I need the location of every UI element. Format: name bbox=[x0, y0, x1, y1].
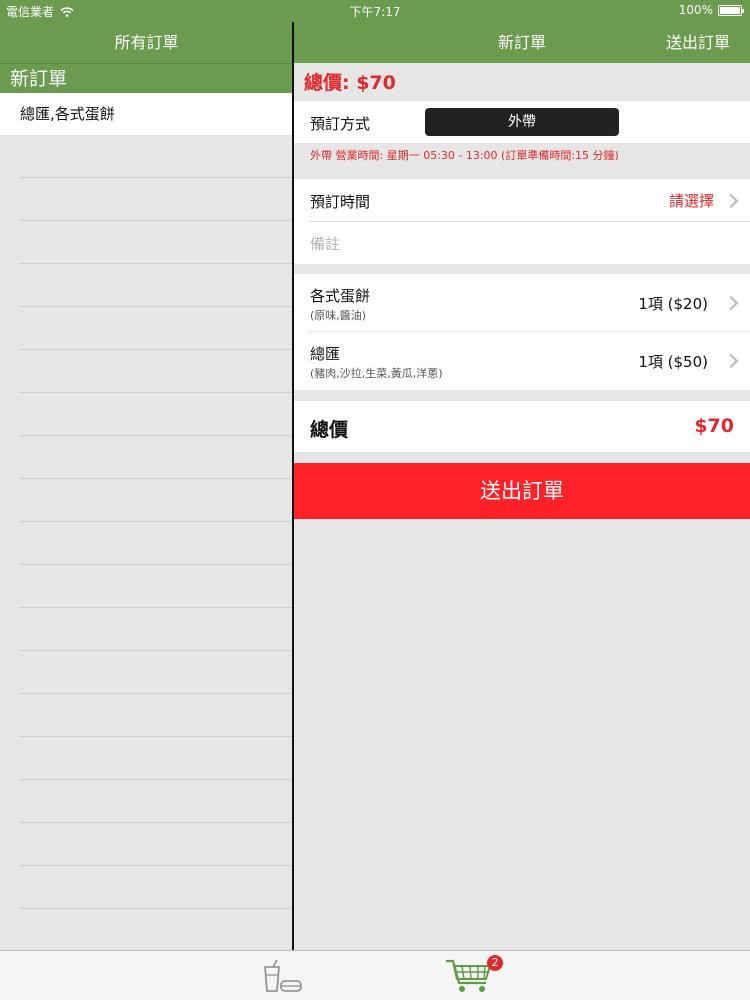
cart-badge: 2 bbox=[487, 955, 503, 971]
item-options: (原味,醬油) bbox=[310, 309, 367, 322]
order-detail-panel: 新訂單 送出訂單 總價: $70 預訂方式 外帶 外帶 營業時間: 星期一 05… bbox=[294, 0, 750, 950]
order-time-value: 請選擇 bbox=[668, 192, 714, 210]
section-header-new-orders: 新訂單 bbox=[0, 63, 293, 93]
send-order-nav-button[interactable]: 送出訂單 bbox=[666, 22, 730, 63]
order-time-notes-card: 預訂時間 請選擇 備註 bbox=[294, 179, 750, 264]
item-quantity-price: 1項 ($20) bbox=[638, 295, 708, 313]
battery-percent: 100% bbox=[678, 3, 713, 17]
drink-food-icon[interactable] bbox=[259, 959, 305, 993]
total-label: 總價 bbox=[310, 419, 349, 441]
item-options: (豬肉,沙拉,生菜,黃瓜,洋蔥) bbox=[310, 367, 443, 380]
order-time-label: 預訂時間 bbox=[310, 193, 371, 211]
business-hours-note: 外帶 營業時間: 星期一 05:30 - 13:00 (訂單準備時間:15 分鐘… bbox=[310, 149, 619, 162]
status-time: 下午7:17 bbox=[349, 5, 401, 19]
chevron-right-icon bbox=[723, 353, 739, 369]
item-name: 各式蛋餅 bbox=[310, 287, 371, 305]
tab-bar bbox=[0, 950, 750, 1000]
total-card: 總價 $70 bbox=[294, 401, 750, 452]
orders-list-panel: 所有訂單 新訂單 總匯,各式蛋餅 bbox=[0, 0, 293, 950]
order-time-row[interactable]: 預訂時間 請選擇 bbox=[294, 179, 750, 221]
order-item-row[interactable]: 總匯 (豬肉,沙拉,生菜,黃瓜,洋蔥) 1項 ($50) bbox=[294, 332, 750, 390]
order-method-label: 預訂方式 bbox=[310, 115, 371, 133]
total-value: $70 bbox=[694, 415, 734, 437]
order-items-card: 各式蛋餅 (原味,醬油) 1項 ($20) 總匯 (豬肉,沙拉,生菜,黃瓜,洋蔥… bbox=[294, 274, 750, 390]
item-name: 總匯 bbox=[310, 345, 341, 363]
total-price-summary: 總價: $70 bbox=[304, 72, 396, 94]
order-method-selector[interactable]: 外帶 bbox=[425, 108, 619, 136]
left-nav-title: 所有訂單 bbox=[114, 33, 179, 52]
battery-icon bbox=[718, 4, 744, 16]
order-item-row[interactable]: 各式蛋餅 (原味,醬油) 1項 ($20) bbox=[294, 274, 750, 331]
left-nav-bar: 所有訂單 bbox=[0, 22, 293, 63]
status-bar: 電信業者 下午7:17 100% bbox=[0, 0, 750, 22]
order-list-item[interactable]: 總匯,各式蛋餅 bbox=[0, 93, 293, 135]
item-quantity-price: 1項 ($50) bbox=[638, 353, 708, 371]
chevron-right-icon bbox=[723, 193, 739, 209]
notes-field[interactable]: 備註 bbox=[310, 233, 340, 254]
chevron-right-icon bbox=[723, 295, 739, 311]
submit-order-button[interactable]: 送出訂單 bbox=[294, 463, 750, 519]
order-method-row: 預訂方式 外帶 bbox=[294, 101, 750, 143]
right-nav-bar: 新訂單 送出訂單 bbox=[294, 22, 750, 63]
empty-list-rows bbox=[20, 135, 293, 950]
